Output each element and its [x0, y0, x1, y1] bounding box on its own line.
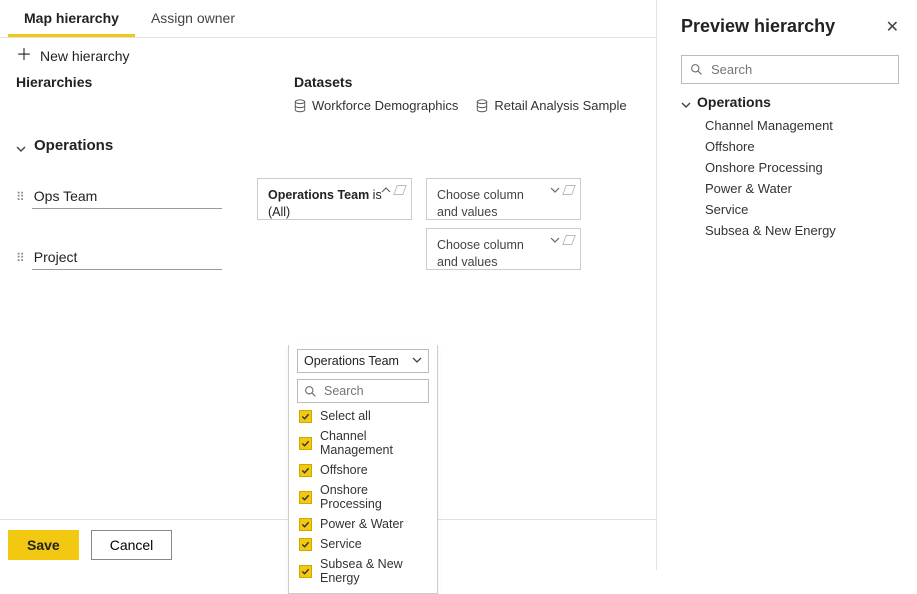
- tabs-bar: Map hierarchy Assign owner: [0, 0, 656, 38]
- datasets-header: Datasets: [294, 70, 640, 98]
- preview-search-input[interactable]: [709, 61, 890, 78]
- chevron-down-icon: [412, 354, 422, 368]
- level-row: ⠿: [16, 184, 241, 209]
- preview-pane: Preview hierarchy ✕ Operations Channel M…: [657, 0, 917, 570]
- checkbox-checked-icon[interactable]: [299, 491, 312, 504]
- choose-col-line2: and values: [437, 255, 497, 269]
- tab-assign-owner[interactable]: Assign owner: [135, 0, 251, 37]
- dropdown-search-input[interactable]: [322, 383, 422, 399]
- datasets-list: Workforce Demographics Retail Analysis Sa…: [294, 98, 640, 121]
- column-value-selector-ops-team[interactable]: Operations Team is (All): [257, 178, 412, 220]
- chevron-down-icon: [16, 141, 26, 151]
- level-row: ⠿: [16, 245, 241, 270]
- search-icon: [304, 385, 317, 398]
- dropdown-option-label: Select all: [320, 409, 371, 423]
- preview-tree-root[interactable]: Operations: [681, 94, 899, 110]
- dropdown-option[interactable]: Onshore Processing: [299, 483, 427, 511]
- dropdown-option-label: Power & Water: [320, 517, 404, 531]
- chevron-down-icon[interactable]: [550, 185, 560, 200]
- dataset-item[interactable]: Retail Analysis Sample: [476, 98, 626, 113]
- dataset-item[interactable]: Workforce Demographics: [294, 98, 458, 113]
- column-values-dropdown: Operations Team Select all Channel Manage…: [288, 345, 438, 594]
- dropdown-option-label: Onshore Processing: [320, 483, 427, 511]
- dropdown-option[interactable]: Power & Water: [299, 517, 427, 531]
- preview-tree-item[interactable]: Power & Water: [705, 181, 899, 196]
- checkbox-checked-icon[interactable]: [299, 565, 312, 578]
- plus-icon: ＋: [16, 48, 32, 64]
- column-select[interactable]: Operations Team: [297, 349, 429, 373]
- preview-tree-item[interactable]: Offshore: [705, 139, 899, 154]
- checkbox-checked-icon[interactable]: [299, 464, 312, 477]
- new-hierarchy-button[interactable]: ＋ New hierarchy: [16, 48, 130, 64]
- checkbox-checked-icon[interactable]: [299, 538, 312, 551]
- choose-col-line1: Choose column: [437, 188, 524, 202]
- preview-tree-item[interactable]: Channel Management: [705, 118, 899, 133]
- checkbox-checked-icon[interactable]: [299, 518, 312, 531]
- checkbox-checked-icon[interactable]: [299, 437, 312, 450]
- chevron-up-icon[interactable]: [381, 185, 391, 200]
- dropdown-option-label: Service: [320, 537, 362, 551]
- chevron-down-icon: [681, 97, 691, 107]
- dropdown-option[interactable]: Service: [299, 537, 427, 551]
- chevron-down-icon[interactable]: [550, 235, 560, 250]
- preview-search[interactable]: [681, 55, 899, 84]
- clear-icon[interactable]: [564, 235, 574, 250]
- hierarchies-header: Hierarchies: [16, 70, 278, 98]
- dataset-label: Retail Analysis Sample: [494, 98, 626, 113]
- level-name-input[interactable]: [32, 184, 222, 209]
- drag-handle-icon[interactable]: ⠿: [16, 190, 24, 204]
- preview-tree-item[interactable]: Subsea & New Energy: [705, 223, 899, 238]
- hierarchy-name: Operations: [34, 137, 113, 154]
- preview-tree-item[interactable]: Service: [705, 202, 899, 217]
- clear-icon[interactable]: [564, 185, 574, 200]
- checkbox-checked-icon[interactable]: [299, 410, 312, 423]
- dataset-label: Workforce Demographics: [312, 98, 458, 113]
- dropdown-option-label: Channel Management: [320, 429, 427, 457]
- preview-root-label: Operations: [697, 94, 771, 110]
- level-name-input[interactable]: [32, 245, 222, 270]
- preview-title: Preview hierarchy: [681, 16, 835, 37]
- clear-icon[interactable]: [395, 185, 405, 200]
- choose-column-box-row1[interactable]: Choose column and values: [426, 178, 581, 220]
- search-icon: [690, 63, 703, 76]
- column-select-value: Operations Team: [304, 354, 399, 368]
- dropdown-option[interactable]: Subsea & New Energy: [299, 557, 427, 585]
- dropdown-option-label: Offshore: [320, 463, 368, 477]
- new-hierarchy-label: New hierarchy: [40, 48, 129, 64]
- hierarchy-toggle[interactable]: Operations: [16, 137, 640, 154]
- dropdown-option-label: Subsea & New Energy: [320, 557, 427, 585]
- dropdown-option[interactable]: Channel Management: [299, 429, 427, 457]
- dataset-icon: [476, 99, 488, 113]
- close-icon[interactable]: ✕: [886, 17, 899, 37]
- cancel-button[interactable]: Cancel: [91, 530, 173, 560]
- tab-map-hierarchy[interactable]: Map hierarchy: [8, 0, 135, 37]
- dropdown-search[interactable]: [297, 379, 429, 403]
- choose-column-box-row2[interactable]: Choose column and values: [426, 228, 581, 270]
- dropdown-option[interactable]: Offshore: [299, 463, 427, 477]
- drag-handle-icon[interactable]: ⠿: [16, 251, 24, 265]
- dropdown-option[interactable]: Select all: [299, 409, 427, 423]
- preview-tree-item[interactable]: Onshore Processing: [705, 160, 899, 175]
- col-box-title-line1: Operations Team: [268, 188, 369, 202]
- save-button[interactable]: Save: [8, 530, 79, 560]
- dataset-icon: [294, 99, 306, 113]
- choose-col-line1: Choose column: [437, 238, 524, 252]
- choose-col-line2: and values: [437, 205, 497, 219]
